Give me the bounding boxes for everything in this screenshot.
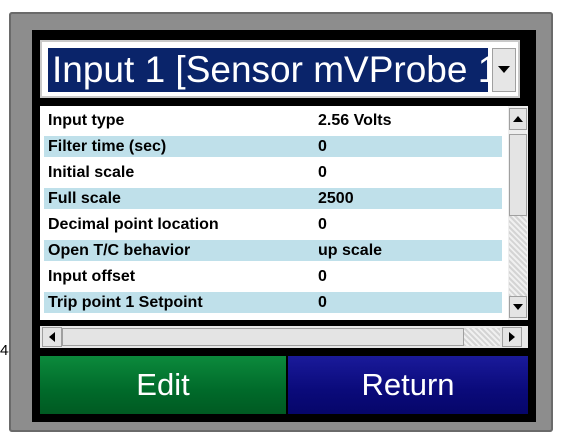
parameter-value: up scale [318,242,383,259]
input-selector-dropdown[interactable]: Input 1 [Sensor mVProbe 1] [40,40,520,98]
edit-button[interactable]: Edit [40,356,286,414]
horizontal-scrollbar-thumb[interactable] [62,328,464,346]
input-selector-value[interactable]: Input 1 [Sensor mVProbe 1] [48,48,488,92]
return-button-label: Return [361,367,455,402]
parameter-value: 0 [318,216,327,233]
parameter-list: Input type 2.56 Volts Filter time (sec) … [40,106,520,320]
list-item[interactable]: Full scale 2500 [44,188,502,209]
parameter-name: Input offset [48,268,136,285]
parameter-value: 0 [318,268,327,285]
list-item[interactable]: Filter time (sec) 0 [44,136,502,157]
chevron-right-icon [509,332,515,342]
parameter-name: Decimal point location [48,216,219,233]
scroll-up-button[interactable] [509,108,527,130]
scroll-left-button[interactable] [42,327,62,347]
list-item[interactable]: Input offset 0 [44,266,502,287]
horizontal-scrollbar[interactable] [40,326,528,348]
parameter-value: 2.56 Volts [318,112,392,129]
scrollbar-thumb[interactable] [509,134,527,216]
scroll-down-button[interactable] [509,296,527,318]
chevron-down-icon [498,66,510,73]
chevron-up-icon [513,116,523,122]
parameter-name: Initial scale [48,164,135,181]
dropdown-arrow-button[interactable] [492,48,516,92]
chevron-down-icon [513,304,523,310]
parameter-name: Full scale [48,190,121,207]
chevron-left-icon [49,332,55,342]
parameter-name: Input type [48,112,125,129]
list-item[interactable]: Input type 2.56 Volts [44,110,502,131]
list-item[interactable]: Initial scale 0 [44,162,502,183]
parameter-name: Open T/C behavior [48,242,191,259]
vertical-scrollbar[interactable] [508,106,528,320]
list-item[interactable]: Trip point 1 Setpoint 0 [44,292,502,313]
return-button[interactable]: Return [288,356,528,414]
parameter-name: Filter time (sec) [48,138,167,155]
parameter-name: Trip point 1 Setpoint [48,294,203,311]
parameter-value: 0 [318,138,327,155]
parameter-value: 2500 [318,190,354,207]
parameter-value: 0 [318,164,327,181]
edit-button-label: Edit [136,367,190,402]
list-item[interactable]: Decimal point location 0 [44,214,502,235]
horizontal-scrollbar-track[interactable] [464,328,500,346]
scroll-right-button[interactable] [502,327,522,347]
parameter-value: 0 [318,294,327,311]
scrollbar-track[interactable] [509,216,527,296]
list-item[interactable]: Open T/C behavior up scale [44,240,502,261]
